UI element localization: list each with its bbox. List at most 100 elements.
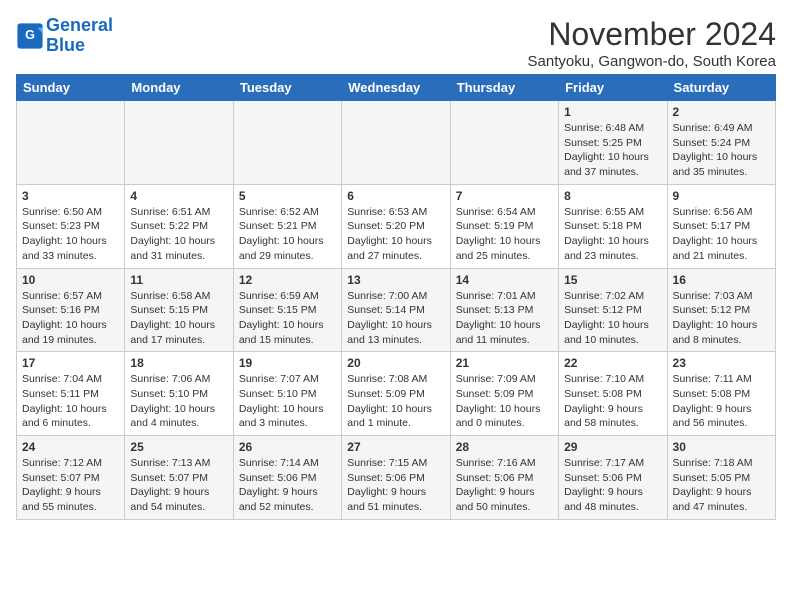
- calendar-cell: 29 Sunrise: 7:17 AM Sunset: 5:06 PM Dayli…: [559, 436, 667, 520]
- day-info: Sunrise: 7:06 AM Sunset: 5:10 PM Dayligh…: [130, 372, 227, 431]
- day-number: 3: [22, 189, 119, 203]
- day-header-saturday: Saturday: [667, 75, 775, 101]
- calendar-table: SundayMondayTuesdayWednesdayThursdayFrid…: [16, 74, 776, 520]
- day-info: Sunrise: 6:57 AM Sunset: 5:16 PM Dayligh…: [22, 289, 119, 348]
- calendar-cell: 11 Sunrise: 6:58 AM Sunset: 5:15 PM Dayli…: [125, 268, 233, 352]
- day-header-thursday: Thursday: [450, 75, 558, 101]
- day-number: 19: [239, 356, 336, 370]
- day-info: Sunrise: 7:15 AM Sunset: 5:06 PM Dayligh…: [347, 456, 444, 515]
- calendar-cell: 7 Sunrise: 6:54 AM Sunset: 5:19 PM Daylig…: [450, 184, 558, 268]
- calendar-week-3: 10 Sunrise: 6:57 AM Sunset: 5:16 PM Dayli…: [17, 268, 776, 352]
- day-number: 18: [130, 356, 227, 370]
- calendar-cell: 9 Sunrise: 6:56 AM Sunset: 5:17 PM Daylig…: [667, 184, 775, 268]
- calendar-cell: 27Sunrise: 7:15 AM Sunset: 5:06 PM Dayli…: [342, 436, 450, 520]
- day-header-monday: Monday: [125, 75, 233, 101]
- subtitle: Santyoku, Gangwon-do, South Korea: [528, 53, 777, 70]
- day-info: Sunrise: 6:50 AM Sunset: 5:23 PM Dayligh…: [22, 205, 119, 264]
- day-info: Sunrise: 7:10 AM Sunset: 5:08 PM Dayligh…: [564, 372, 661, 431]
- day-number: 14: [456, 273, 553, 287]
- calendar-cell: 28Sunrise: 7:16 AM Sunset: 5:06 PM Dayli…: [450, 436, 558, 520]
- day-info: Sunrise: 6:49 AM Sunset: 5:24 PM Dayligh…: [673, 121, 770, 180]
- day-info: Sunrise: 7:12 AM Sunset: 5:07 PM Dayligh…: [22, 456, 119, 515]
- calendar-cell: 14 Sunrise: 7:01 AM Sunset: 5:13 PM Dayli…: [450, 268, 558, 352]
- day-info: Sunrise: 7:04 AM Sunset: 5:11 PM Dayligh…: [22, 372, 119, 431]
- day-header-tuesday: Tuesday: [233, 75, 341, 101]
- calendar-cell: 17Sunrise: 7:04 AM Sunset: 5:11 PM Dayli…: [17, 352, 125, 436]
- day-info: Sunrise: 7:00 AM Sunset: 5:14 PM Dayligh…: [347, 289, 444, 348]
- day-number: 24: [22, 440, 119, 454]
- day-info: Sunrise: 7:01 AM Sunset: 5:13 PM Dayligh…: [456, 289, 553, 348]
- day-info: Sunrise: 6:56 AM Sunset: 5:17 PM Dayligh…: [673, 205, 770, 264]
- calendar-body: 1Sunrise: 6:48 AM Sunset: 5:25 PM Daylig…: [17, 101, 776, 520]
- calendar-cell: 10 Sunrise: 6:57 AM Sunset: 5:16 PM Dayli…: [17, 268, 125, 352]
- day-number: 6: [347, 189, 444, 203]
- day-number: 1: [564, 105, 661, 119]
- calendar-cell: 1Sunrise: 6:48 AM Sunset: 5:25 PM Daylig…: [559, 101, 667, 185]
- day-info: Sunrise: 6:55 AM Sunset: 5:18 PM Dayligh…: [564, 205, 661, 264]
- day-number: 29: [564, 440, 661, 454]
- day-number: 30: [673, 440, 770, 454]
- day-info: Sunrise: 7:07 AM Sunset: 5:10 PM Dayligh…: [239, 372, 336, 431]
- day-info: Sunrise: 7:08 AM Sunset: 5:09 PM Dayligh…: [347, 372, 444, 431]
- day-info: Sunrise: 7:13 AM Sunset: 5:07 PM Dayligh…: [130, 456, 227, 515]
- calendar-cell: 5Sunrise: 6:52 AM Sunset: 5:21 PM Daylig…: [233, 184, 341, 268]
- day-info: Sunrise: 7:03 AM Sunset: 5:12 PM Dayligh…: [673, 289, 770, 348]
- calendar-cell: 21Sunrise: 7:09 AM Sunset: 5:09 PM Dayli…: [450, 352, 558, 436]
- day-info: Sunrise: 6:59 AM Sunset: 5:15 PM Dayligh…: [239, 289, 336, 348]
- day-header-sunday: Sunday: [17, 75, 125, 101]
- calendar-cell: 30 Sunrise: 7:18 AM Sunset: 5:05 PM Dayli…: [667, 436, 775, 520]
- calendar-cell: 22 Sunrise: 7:10 AM Sunset: 5:08 PM Dayli…: [559, 352, 667, 436]
- calendar-cell: [233, 101, 341, 185]
- calendar-cell: 25 Sunrise: 7:13 AM Sunset: 5:07 PM Dayli…: [125, 436, 233, 520]
- day-number: 20: [347, 356, 444, 370]
- day-number: 11: [130, 273, 227, 287]
- logo-text: General Blue: [46, 16, 113, 56]
- day-info: Sunrise: 7:16 AM Sunset: 5:06 PM Dayligh…: [456, 456, 553, 515]
- day-number: 10: [22, 273, 119, 287]
- svg-text:G: G: [25, 28, 35, 42]
- calendar-cell: 26 Sunrise: 7:14 AM Sunset: 5:06 PM Dayli…: [233, 436, 341, 520]
- calendar-week-4: 17Sunrise: 7:04 AM Sunset: 5:11 PM Dayli…: [17, 352, 776, 436]
- day-header-wednesday: Wednesday: [342, 75, 450, 101]
- calendar-cell: 8 Sunrise: 6:55 AM Sunset: 5:18 PM Daylig…: [559, 184, 667, 268]
- day-info: Sunrise: 6:52 AM Sunset: 5:21 PM Dayligh…: [239, 205, 336, 264]
- calendar-cell: 3 Sunrise: 6:50 AM Sunset: 5:23 PM Daylig…: [17, 184, 125, 268]
- day-number: 4: [130, 189, 227, 203]
- header: G General Blue November 2024 Santyoku, G…: [16, 16, 776, 70]
- day-info: Sunrise: 6:54 AM Sunset: 5:19 PM Dayligh…: [456, 205, 553, 264]
- calendar-cell: 6 Sunrise: 6:53 AM Sunset: 5:20 PM Daylig…: [342, 184, 450, 268]
- day-info: Sunrise: 7:14 AM Sunset: 5:06 PM Dayligh…: [239, 456, 336, 515]
- day-number: 15: [564, 273, 661, 287]
- day-info: Sunrise: 7:17 AM Sunset: 5:06 PM Dayligh…: [564, 456, 661, 515]
- day-number: 7: [456, 189, 553, 203]
- day-number: 22: [564, 356, 661, 370]
- calendar-week-2: 3 Sunrise: 6:50 AM Sunset: 5:23 PM Daylig…: [17, 184, 776, 268]
- logo-icon: G: [16, 22, 44, 50]
- day-number: 16: [673, 273, 770, 287]
- calendar-cell: 18 Sunrise: 7:06 AM Sunset: 5:10 PM Dayli…: [125, 352, 233, 436]
- calendar-cell: 13 Sunrise: 7:00 AM Sunset: 5:14 PM Dayli…: [342, 268, 450, 352]
- day-number: 13: [347, 273, 444, 287]
- logo: G General Blue: [16, 16, 113, 56]
- day-number: 25: [130, 440, 227, 454]
- title-area: November 2024 Santyoku, Gangwon-do, Sout…: [528, 16, 777, 70]
- calendar-cell: [125, 101, 233, 185]
- day-number: 8: [564, 189, 661, 203]
- month-title: November 2024: [528, 16, 777, 53]
- day-info: Sunrise: 7:02 AM Sunset: 5:12 PM Dayligh…: [564, 289, 661, 348]
- day-number: 26: [239, 440, 336, 454]
- calendar-week-5: 24 Sunrise: 7:12 AM Sunset: 5:07 PM Dayli…: [17, 436, 776, 520]
- calendar-cell: 19 Sunrise: 7:07 AM Sunset: 5:10 PM Dayli…: [233, 352, 341, 436]
- day-info: Sunrise: 6:53 AM Sunset: 5:20 PM Dayligh…: [347, 205, 444, 264]
- day-info: Sunrise: 6:58 AM Sunset: 5:15 PM Dayligh…: [130, 289, 227, 348]
- day-number: 9: [673, 189, 770, 203]
- day-info: Sunrise: 7:09 AM Sunset: 5:09 PM Dayligh…: [456, 372, 553, 431]
- calendar-cell: 12 Sunrise: 6:59 AM Sunset: 5:15 PM Dayli…: [233, 268, 341, 352]
- day-info: Sunrise: 7:11 AM Sunset: 5:08 PM Dayligh…: [673, 372, 770, 431]
- day-info: Sunrise: 7:18 AM Sunset: 5:05 PM Dayligh…: [673, 456, 770, 515]
- calendar-cell: 4 Sunrise: 6:51 AM Sunset: 5:22 PM Daylig…: [125, 184, 233, 268]
- day-number: 12: [239, 273, 336, 287]
- day-info: Sunrise: 6:51 AM Sunset: 5:22 PM Dayligh…: [130, 205, 227, 264]
- calendar-cell: 23Sunrise: 7:11 AM Sunset: 5:08 PM Dayli…: [667, 352, 775, 436]
- calendar-cell: 24 Sunrise: 7:12 AM Sunset: 5:07 PM Dayli…: [17, 436, 125, 520]
